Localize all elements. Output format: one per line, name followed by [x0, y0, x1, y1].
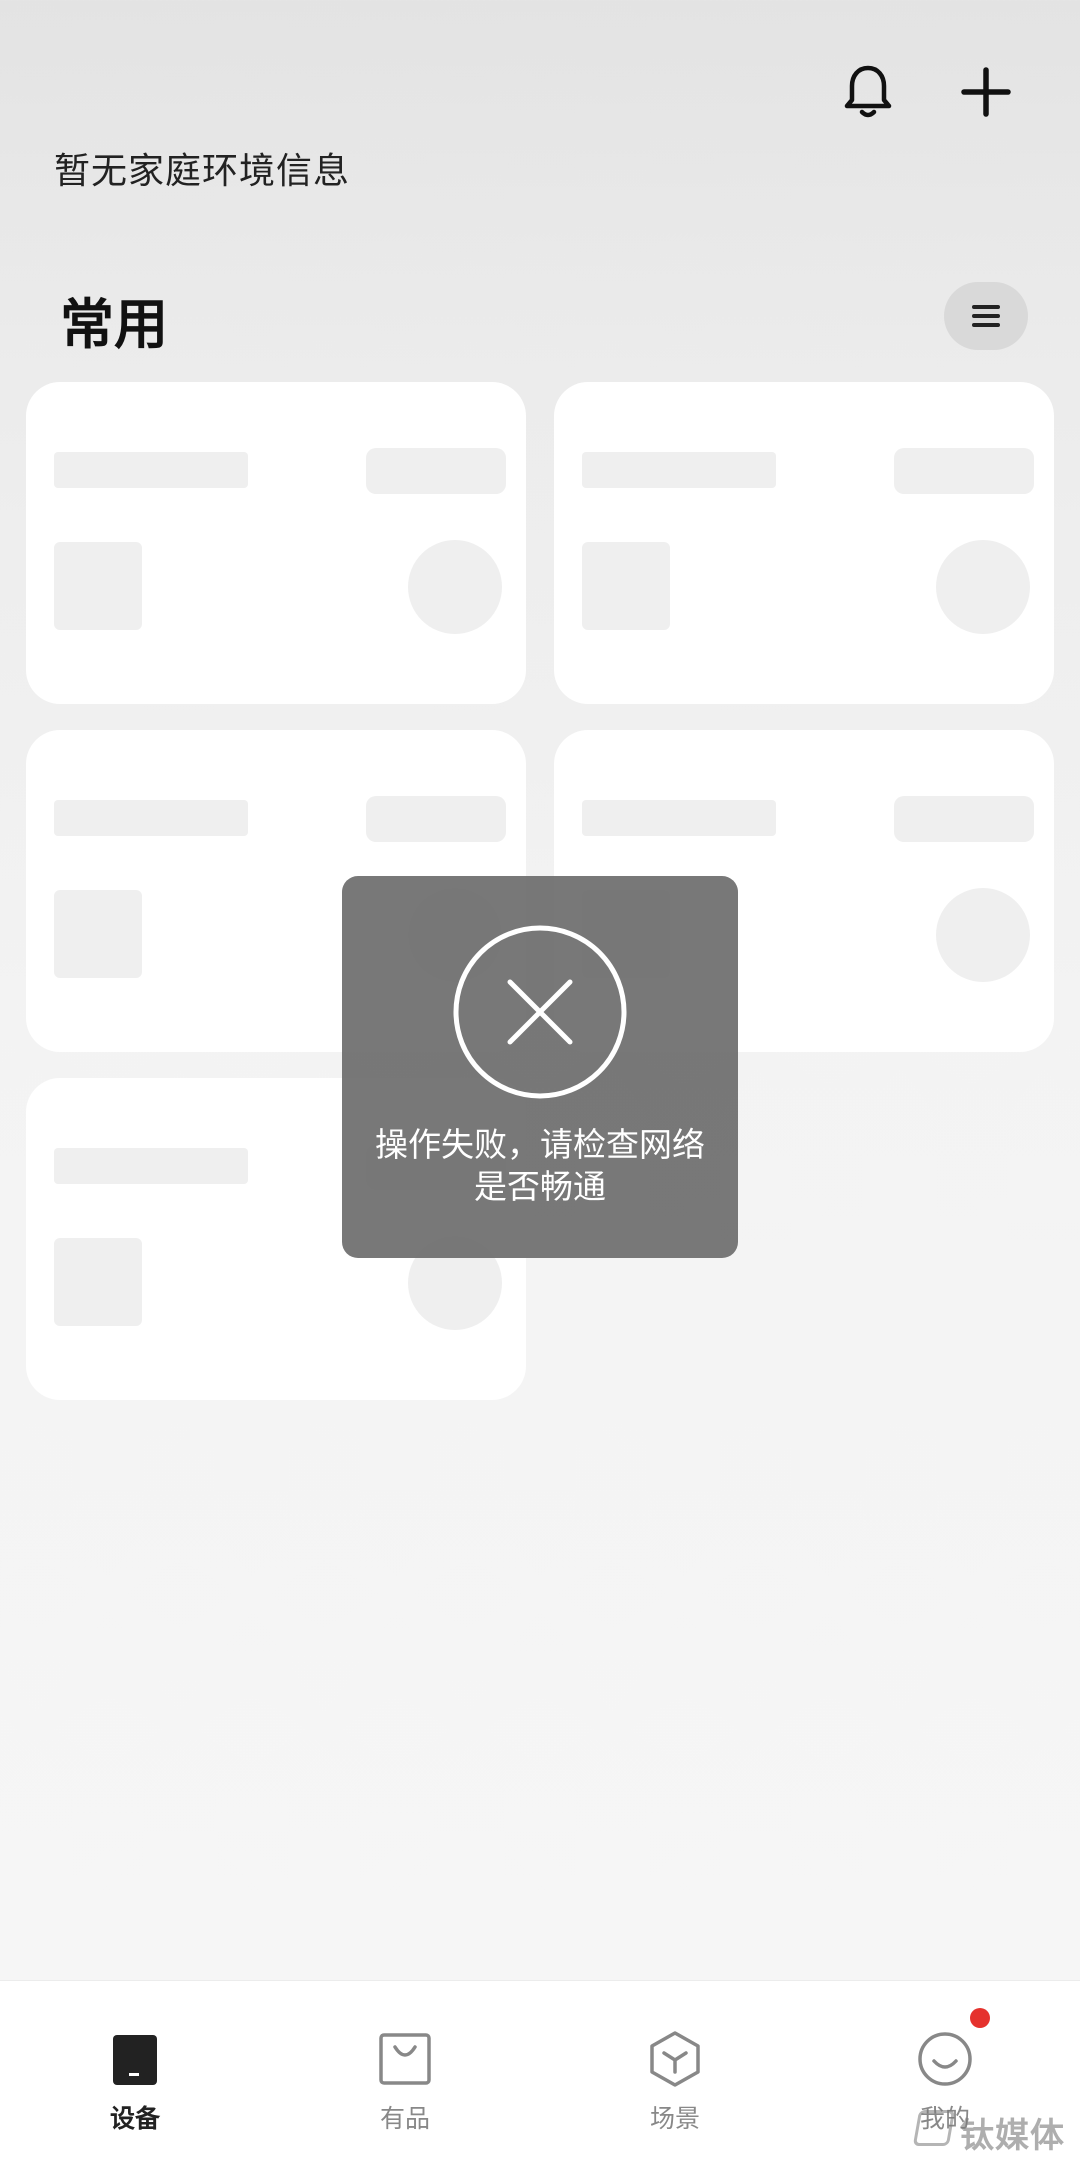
tab-devices[interactable]: 设备 — [0, 1981, 270, 2171]
smile-icon — [918, 2032, 972, 2086]
skeleton-title — [582, 800, 776, 836]
home-info-text: 暂无家庭环境信息 — [54, 151, 351, 192]
skeleton-title — [582, 452, 776, 488]
skeleton-toggle — [408, 540, 502, 634]
list-view-button[interactable] — [944, 282, 1028, 350]
skeleton-status — [894, 448, 1034, 494]
section-title: 常用 — [60, 293, 168, 356]
skeleton-title — [54, 452, 248, 488]
add-button[interactable] — [954, 60, 1018, 124]
tab-scenes[interactable]: 场景 — [540, 1981, 810, 2171]
shopping-bag-icon — [379, 2033, 431, 2085]
bell-icon[interactable] — [836, 60, 900, 124]
device-card-placeholder[interactable] — [26, 382, 526, 704]
skeleton-status — [366, 448, 506, 494]
skeleton-toggle — [936, 540, 1030, 634]
skeleton-image — [54, 542, 142, 630]
watermark-logo-icon — [912, 2110, 956, 2146]
cube-icon — [650, 2031, 700, 2087]
skeleton-image — [582, 542, 670, 630]
skeleton-status — [894, 796, 1034, 842]
skeleton-status — [366, 796, 506, 842]
skeleton-title — [54, 1148, 248, 1184]
skeleton-title — [54, 800, 248, 836]
device-card-placeholder[interactable] — [554, 382, 1054, 704]
tab-label: 场景 — [649, 2104, 700, 2133]
watermark: 钛媒体 — [912, 2104, 1066, 2156]
watermark-text: 钛媒体 — [960, 2116, 1065, 2156]
toast-message: 操作失败，请检查网络是否畅通 — [375, 1125, 705, 1206]
device-icon — [113, 2035, 157, 2085]
tab-youpin[interactable]: 有品 — [270, 1981, 540, 2171]
skeleton-image — [54, 890, 142, 978]
notification-badge — [970, 2008, 990, 2028]
tab-label: 有品 — [379, 2104, 430, 2133]
skeleton-toggle — [936, 888, 1030, 982]
close-circle-icon — [453, 925, 627, 1099]
plus-icon — [961, 67, 1011, 117]
error-toast: 操作失败，请检查网络是否畅通 — [342, 876, 738, 1258]
tab-label: 设备 — [109, 2104, 160, 2133]
skeleton-image — [54, 1238, 142, 1326]
